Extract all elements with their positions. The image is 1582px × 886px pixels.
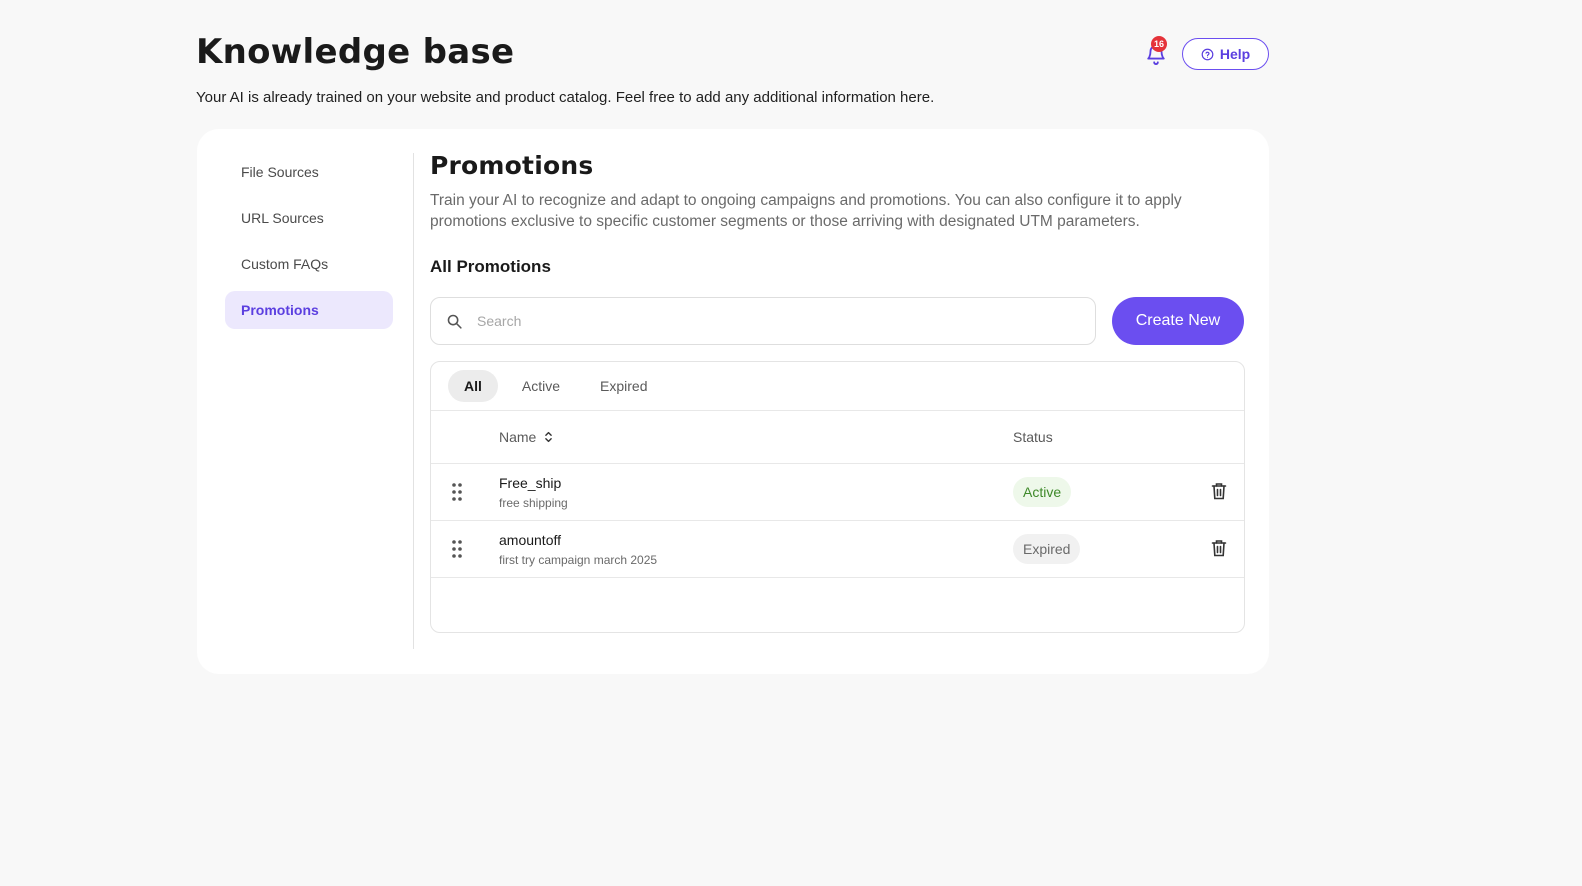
sidebar-item-label: File Sources [241,164,319,180]
name-column-label: Name [499,429,537,445]
question-circle-icon [1201,48,1214,60]
table-row[interactable]: Free_ship free shipping Active [431,464,1244,521]
table-row[interactable]: amountoff first try campaign march 2025 … [431,521,1244,578]
sidebar-nav: File Sources URL Sources Custom FAQs Pro… [225,153,393,337]
create-new-button[interactable]: Create New [1112,297,1244,345]
drag-handle-icon[interactable] [450,538,464,560]
promotions-table: All Active Expired Name Status Free_ship… [430,361,1245,633]
search-icon [447,314,462,329]
name-column-header[interactable]: Name [499,429,553,445]
promotions-title: Promotions [430,151,594,180]
status-badge: Active [1013,477,1072,507]
sort-icon [545,431,553,443]
drag-handle-icon[interactable] [450,481,464,503]
notification-count-badge: 16 [1151,36,1168,52]
tab-all[interactable]: All [448,370,498,402]
search-box[interactable] [430,297,1096,345]
promotions-description: Train your AI to recognize and adapt to … [430,192,1182,230]
sidebar-item-label: Custom FAQs [241,256,329,272]
sidebar-item-promotions[interactable]: Promotions [225,291,393,329]
tab-expired[interactable]: Expired [584,370,663,402]
trash-icon[interactable] [1211,482,1227,500]
sidebar-item-custom-faqs[interactable]: Custom FAQs [225,245,393,283]
page-title: Knowledge base [196,32,515,72]
promotion-description: first try campaign march 2025 [499,553,658,567]
help-label: Help [1219,46,1251,62]
table-header: Name Status [431,411,1244,464]
status-filter-tabs: All Active Expired [431,362,1244,411]
promotion-name: amountoff [499,532,562,548]
knowledge-base-card: File Sources URL Sources Custom FAQs Pro… [197,129,1269,674]
sidebar-divider [413,153,414,649]
help-button[interactable]: Help [1182,38,1269,70]
page-subtitle: Your AI is already trained on your websi… [196,89,935,106]
promotion-name: Free_ship [499,475,562,491]
all-promotions-heading: All Promotions [430,257,551,276]
status-badge: Expired [1013,534,1081,564]
sidebar-item-label: URL Sources [241,210,324,226]
sidebar-item-url-sources[interactable]: URL Sources [225,199,393,237]
status-column-header: Status [1013,429,1053,445]
search-row: Create New [430,297,1245,345]
promotions-panel: Promotions Train your AI to recognize an… [430,151,1245,633]
tab-active[interactable]: Active [506,370,576,402]
search-input[interactable] [477,313,1057,329]
promotion-description: free shipping [499,496,568,510]
sidebar-item-file-sources[interactable]: File Sources [225,153,393,191]
trash-icon[interactable] [1211,539,1227,557]
sidebar-item-label: Promotions [241,302,319,318]
